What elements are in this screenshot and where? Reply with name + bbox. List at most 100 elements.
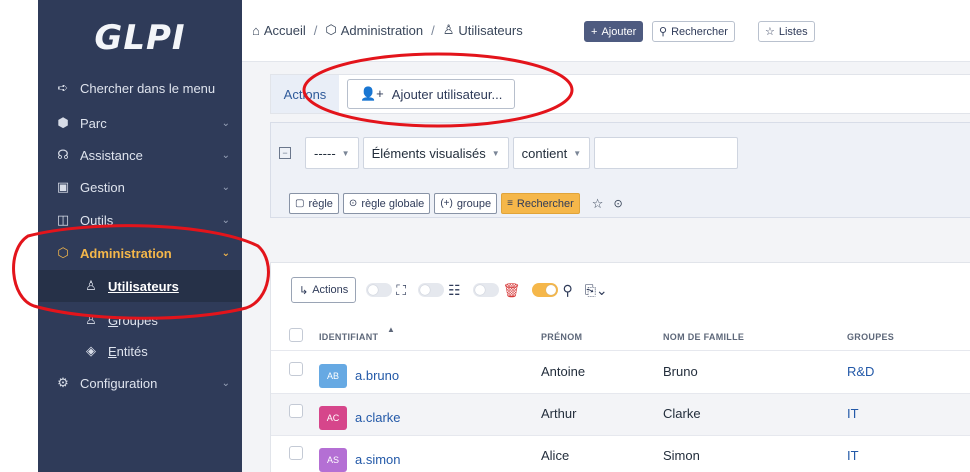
user-login-link[interactable]: a.simon — [355, 452, 401, 467]
criteria-row: − ----- ▼ Éléments visualisés ▼ contient ▼ — [279, 137, 742, 169]
map-toggle[interactable] — [366, 283, 393, 297]
tab-actions-label: Actions — [283, 86, 327, 102]
sidebar-item-label: Utilisateurs — [108, 278, 179, 294]
add-user-button[interactable]: 👤+ Ajouter utilisateur... — [347, 79, 516, 109]
sidebar-item-label: Groupes — [108, 312, 158, 328]
export-file-icon[interactable]: ⎘⌄ — [585, 282, 608, 299]
table-header: IDENTIFIANT ▲ PRÉNOM NOM DE FAMILLE GROU… — [271, 319, 970, 351]
user-lastname: Bruno — [663, 364, 698, 379]
criteria-operator-value: contient — [521, 145, 568, 161]
row-checkbox[interactable] — [289, 404, 303, 418]
search-button[interactable]: ⚲ Rechercher — [652, 21, 735, 42]
star-icon[interactable]: ☆ — [592, 196, 604, 212]
sidebar-item-configuration[interactable]: ⚙ Configuration ⌄ — [38, 367, 242, 399]
user-firstname: Alice — [541, 448, 570, 463]
user-group-link[interactable]: IT — [847, 406, 859, 421]
sort-asc-icon: ▲ — [387, 325, 396, 334]
search-icon: ⚲ — [659, 26, 668, 38]
headset-icon: ☊ — [57, 147, 69, 162]
breadcrumb-administration[interactable]: Administration — [341, 23, 423, 38]
add-button[interactable]: + Ajouter — [584, 21, 644, 42]
lists-button[interactable]: ☆ Listes — [758, 21, 815, 42]
criteria-link-value: ----- — [314, 145, 336, 161]
gear-icon: ⚙ — [57, 375, 69, 390]
sidebar-item-gestion[interactable]: ▣ Gestion ⌄ — [38, 171, 242, 203]
add-global-rule-button[interactable]: ⊙ règle globale — [342, 193, 431, 214]
main-content: Actions 👤+ Ajouter utilisateur... − ----… — [242, 62, 970, 472]
user-group-link[interactable]: IT — [847, 448, 859, 463]
row-checkbox[interactable] — [289, 446, 303, 460]
trash-icon: 🗑 — [502, 281, 521, 298]
sidebar-item-administration[interactable]: ⬡ Administration ⌄ — [38, 237, 242, 269]
add-rule-button[interactable]: ▢ règle — [289, 193, 339, 214]
column-header-lastname[interactable]: NOM DE FAMILLE — [663, 332, 744, 342]
sidebar-item-label: Gestion — [80, 179, 125, 195]
briefcase-icon: ◫ — [56, 212, 70, 227]
user-icon: ♙ — [85, 278, 97, 293]
row-checkbox[interactable] — [289, 362, 303, 376]
plus-icon: + — [591, 25, 598, 38]
wallet-icon: ▣ — [56, 179, 70, 194]
search-toggle[interactable] — [532, 283, 559, 297]
sidebar-item-outils[interactable]: ◫ Outils ⌄ — [38, 204, 242, 236]
stack-icon: ◈ — [86, 343, 96, 358]
criteria-operator-select[interactable]: contient ▼ — [512, 137, 591, 169]
table-row: AS a.simon Alice Simon IT — [271, 436, 970, 472]
add-user-label: Ajouter utilisateur... — [391, 86, 503, 102]
massive-actions-button[interactable]: ↳ Actions — [291, 277, 357, 303]
user-group-link[interactable]: R&D — [847, 364, 874, 379]
tree-toggle[interactable] — [418, 283, 445, 297]
breadcrumb-separator: / — [313, 22, 318, 38]
add-group-label: groupe — [456, 197, 492, 210]
user-plus-icon: 👤+ — [360, 86, 384, 101]
home-icon: ⌂ — [252, 22, 260, 38]
run-search-button[interactable]: ≡ Rechercher — [501, 193, 580, 214]
breadcrumb-users[interactable]: Utilisateurs — [458, 23, 522, 38]
user-login-link[interactable]: a.bruno — [355, 368, 399, 383]
search-criteria-panel: − ----- ▼ Éléments visualisés ▼ contient ▼ … — [270, 122, 970, 218]
glpi-logo[interactable]: GLPI — [38, 0, 242, 76]
trash-toggle[interactable] — [472, 283, 499, 297]
sidebar-item-entites[interactable]: ◈ Entités — [38, 335, 242, 367]
criteria-value-input[interactable] — [594, 137, 739, 169]
reset-circle-icon[interactable]: ⊙ — [613, 197, 622, 210]
criteria-actions-row: ▢ règle ⊙ règle globale (+) groupe ≡ Rec… — [289, 193, 623, 214]
add-global-rule-label: règle globale — [361, 197, 425, 210]
user-icon: ♙ — [442, 22, 455, 37]
criteria-field-value: Éléments visualisés — [371, 145, 486, 161]
topbar: ⌂ Accueil / ⬡ Administration / ♙ Utilisa… — [242, 0, 970, 62]
box-icon: ⬢ — [57, 115, 69, 130]
criteria-link-select[interactable]: ----- ▼ — [305, 137, 359, 169]
add-group-button[interactable]: (+) groupe — [434, 193, 498, 214]
star-icon: ☆ — [765, 26, 775, 38]
circle-plus-icon: ⊙ — [348, 198, 358, 209]
logo-text: GLPI — [94, 18, 186, 58]
caret-down-icon: ▼ — [491, 148, 500, 158]
user-login-link[interactable]: a.clarke — [355, 410, 401, 425]
tab-actions[interactable]: Actions — [271, 75, 339, 113]
shield-icon: ⬡ — [57, 245, 69, 260]
sidebar-item-search-menu[interactable]: ➪ Chercher dans le menu — [38, 72, 242, 104]
table-row: AC a.clarke Arthur Clarke IT — [271, 394, 970, 436]
avatar: AC — [319, 406, 347, 430]
sidebar-item-groupes[interactable]: ♙ Groupes — [38, 304, 242, 336]
column-header-login[interactable]: IDENTIFIANT — [319, 332, 378, 342]
sidebar-item-parc[interactable]: ⬢ Parc ⌄ — [38, 107, 242, 139]
corner-arrow-icon: ↳ — [299, 284, 309, 297]
select-all-checkbox[interactable] — [289, 328, 303, 342]
criteria-field-select[interactable]: Éléments visualisés ▼ — [362, 137, 509, 169]
square-plus-icon: ▢ — [295, 198, 305, 209]
collapse-toggle-icon[interactable]: − — [279, 147, 291, 159]
caret-down-icon: ▼ — [341, 148, 350, 158]
lists-button-label: Listes — [778, 25, 808, 38]
column-header-firstname[interactable]: PRÉNOM — [541, 332, 582, 342]
outer-margin — [0, 0, 38, 472]
sidebar-item-utilisateurs[interactable]: ♙ Utilisateurs — [38, 270, 242, 302]
chevron-down-icon: ⌄ — [221, 247, 230, 259]
sidebar-item-assistance[interactable]: ☊ Assistance ⌄ — [38, 139, 242, 171]
column-header-groups[interactable]: GROUPES — [847, 332, 894, 342]
breadcrumb-home[interactable]: Accueil — [264, 23, 306, 38]
map-icon: ⛶ — [396, 281, 407, 298]
chevron-down-icon: ⌄ — [221, 377, 230, 389]
table-row: AB a.bruno Antoine Bruno R&D — [271, 352, 970, 394]
